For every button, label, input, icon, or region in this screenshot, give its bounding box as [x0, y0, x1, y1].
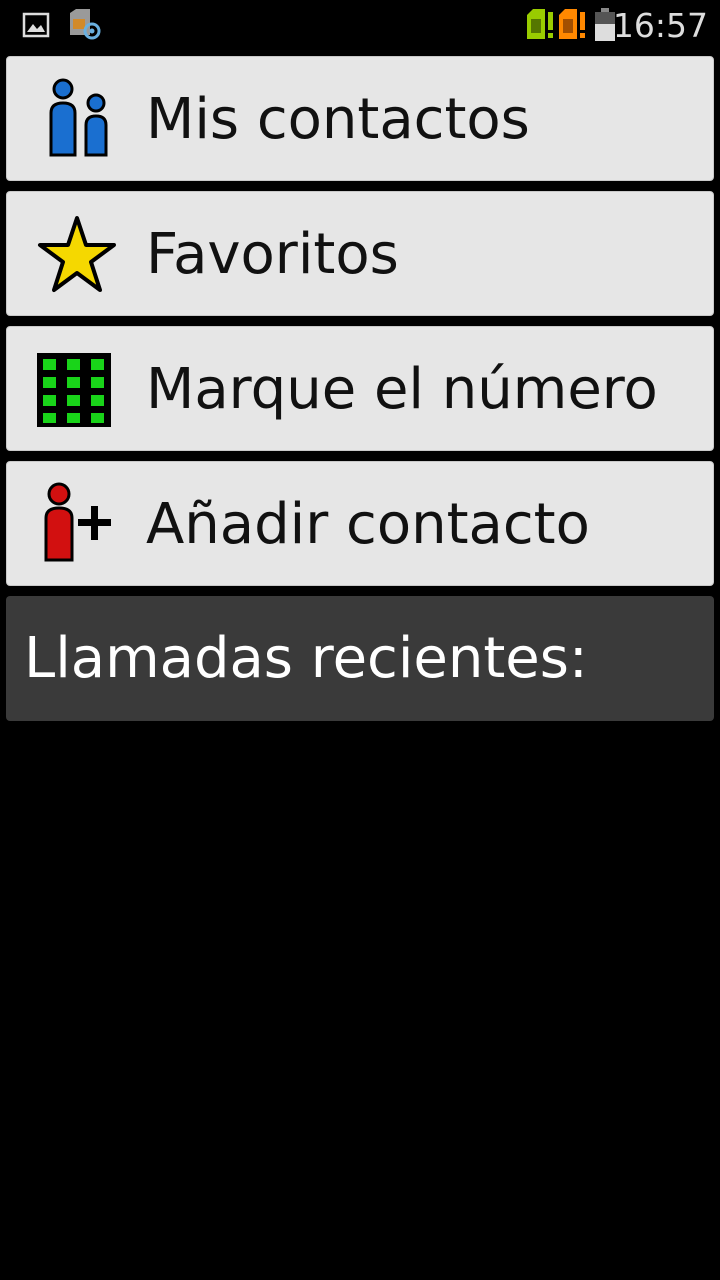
menu-item-label: Mis contactos: [146, 87, 530, 152]
menu-item-favorites[interactable]: Favoritos: [6, 191, 714, 316]
sim2-alert-icon: [559, 9, 585, 39]
recent-calls-header: Llamadas recientes:: [6, 596, 714, 721]
add-contact-icon: [44, 482, 111, 562]
menu-item-dial-number[interactable]: Marque el número: [6, 326, 714, 451]
menu-item-my-contacts[interactable]: Mis contactos: [6, 56, 714, 181]
status-time: 16:57: [612, 6, 708, 45]
menu-item-label: Favoritos: [146, 222, 399, 287]
menu-item-label: Añadir contacto: [146, 492, 590, 557]
recent-calls-label: Llamadas recientes:: [24, 626, 588, 691]
dialpad-icon: [37, 353, 111, 427]
sd-settings-icon: [70, 9, 101, 40]
menu-item-add-contact[interactable]: Añadir contacto: [6, 461, 714, 586]
menu-item-label: Marque el número: [146, 357, 658, 422]
contacts-icon: [49, 78, 108, 157]
star-icon: [38, 216, 116, 292]
status-bar: 16:57: [0, 0, 720, 50]
image-icon: [22, 12, 50, 38]
sim1-alert-icon: [527, 9, 553, 39]
